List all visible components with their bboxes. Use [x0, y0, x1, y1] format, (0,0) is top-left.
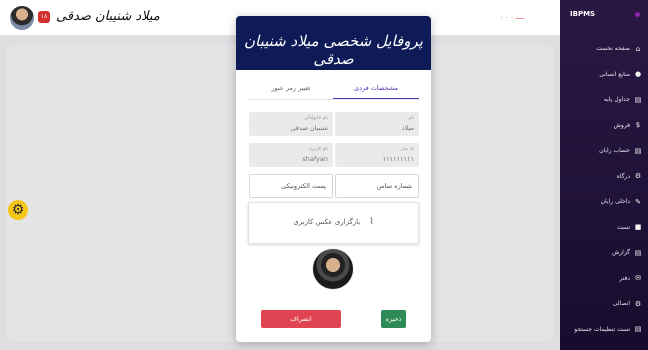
sidebar-item-connection[interactable]: اتصالی ⚙ — [560, 291, 648, 317]
sidebar-item-report[interactable]: گزارش ▤ — [560, 240, 648, 266]
tabs: مشخصات فردی تغییر رمز عبور — [248, 82, 419, 100]
sidebar-item-label: منابع انسانی — [599, 70, 630, 78]
sidebar-menu: صفحه نخست ⌂ منابع انسانی ● جداول پایه ▤ فرو… — [560, 36, 648, 342]
field-value: میلاد — [401, 124, 414, 132]
sidebar-item-label: گزارش — [611, 249, 630, 257]
email-input[interactable]: پست الکترونیکی — [249, 174, 333, 198]
sidebar-item-label: صفحه نخست — [596, 45, 630, 53]
email-placeholder: پست الکترونیکی — [281, 182, 326, 190]
last-name-field[interactable]: نام خانوادگی شنیبان صدقی — [249, 112, 333, 136]
cancel-button[interactable]: انصراف — [261, 310, 341, 328]
national-code-field[interactable]: کد ملی ۱۱۱۱۱۱۱۱۱ — [335, 143, 419, 167]
wrench-icon: ✎ — [635, 197, 641, 206]
sidebar-item-rayan-account[interactable]: حساب رایان ▤ — [560, 138, 648, 164]
sidebar-item-label: حساب رایان — [599, 147, 630, 155]
sidebar-item-label: دفتر — [619, 274, 630, 282]
gear-icon: ⚙ — [634, 299, 642, 308]
field-label: نام خانوادگی — [304, 116, 328, 121]
sidebar-item-label: اتصالی — [612, 300, 630, 308]
sidebar: IBPMS صفحه نخست ⌂ منابع انسانی ● جداول پای… — [560, 0, 648, 350]
sidebar-item-search-settings[interactable]: تست تنظیمات جستجو ▤ — [560, 317, 648, 343]
gear-icon[interactable]: ⚙ — [8, 200, 28, 220]
modal-title: پروفایل شخصی میلاد شنیبان صدقی — [244, 32, 423, 68]
tab-personal-info[interactable]: مشخصات فردی — [333, 84, 419, 99]
sidebar-item-sales[interactable]: فروش $ — [560, 113, 648, 139]
field-label: نام — [408, 116, 414, 121]
photo-upload[interactable]: بارگزاری عکس کاربری ⌇ — [248, 202, 419, 244]
sidebar-item-home[interactable]: صفحه نخست ⌂ — [560, 36, 648, 62]
brand-logo[interactable]: IBPMS — [570, 10, 595, 18]
sidebar-item-label: فروش — [613, 121, 630, 129]
upload-label: بارگزاری عکس کاربری — [293, 218, 361, 226]
user-icon: ● — [634, 70, 642, 79]
sidebar-item-office[interactable]: دفتر ✉ — [560, 266, 648, 292]
paperclip-icon: ⌇ — [369, 217, 374, 227]
username-field[interactable]: نام کاربری shafyan — [249, 143, 333, 167]
sidebar-item-gateway[interactable]: درگاه ⚙ — [560, 164, 648, 190]
dollar-icon: $ — [635, 121, 641, 130]
sidebar-item-base-tables[interactable]: جداول پایه ▤ — [560, 87, 648, 113]
file-icon: ▤ — [634, 95, 642, 104]
sidebar-item-internal[interactable]: داخلی رایان ✎ — [560, 189, 648, 215]
mail-icon: ✉ — [635, 274, 641, 283]
sidebar-item-label: تست تنظیمات جستجو — [574, 325, 630, 333]
user-name: میلاد شنیبان صدقی — [56, 9, 160, 24]
field-value: shafyan — [302, 155, 328, 163]
field-label: کد ملی — [400, 147, 414, 152]
phone-placeholder: شماره تماس — [376, 182, 412, 190]
field-value: شنیبان صدقی — [290, 124, 328, 132]
profile-photo — [312, 248, 354, 290]
home-icon: ⌂ — [635, 44, 641, 53]
field-value: ۱۱۱۱۱۱۱۱۱ — [382, 155, 414, 163]
file-icon: ▤ — [634, 146, 642, 155]
status-indicator: ـــــ ۰ ۰ ۰ — [500, 14, 525, 21]
avatar[interactable] — [10, 6, 34, 30]
field-label: نام کاربری — [308, 147, 328, 152]
tab-change-password[interactable]: تغییر رمز عبور — [248, 84, 334, 92]
menu-toggle-icon[interactable] — [635, 12, 640, 17]
gear-icon: ⚙ — [634, 172, 642, 181]
profile-modal: پروفایل شخصی میلاد شنیبان صدقی مشخصات فر… — [236, 16, 431, 342]
sidebar-item-test[interactable]: تست ■ — [560, 215, 648, 241]
phone-input[interactable]: شماره تماس — [335, 174, 419, 198]
notification-badge[interactable]: ۱۸ — [38, 11, 50, 23]
sidebar-item-label: تست — [617, 223, 630, 231]
sidebar-item-hr[interactable]: منابع انسانی ● — [560, 62, 648, 88]
modal-header: پروفایل شخصی میلاد شنیبان صدقی — [236, 16, 431, 70]
sidebar-item-label: درگاه — [616, 172, 630, 180]
sidebar-item-label: داخلی رایان — [600, 198, 630, 206]
sidebar-item-label: جداول پایه — [603, 96, 630, 104]
file-icon: ▤ — [634, 248, 642, 257]
file-icon: ▤ — [634, 325, 642, 334]
first-name-field[interactable]: نام میلاد — [335, 112, 419, 136]
save-button[interactable]: ذخیره — [381, 310, 406, 328]
lock-icon: ■ — [634, 223, 642, 232]
